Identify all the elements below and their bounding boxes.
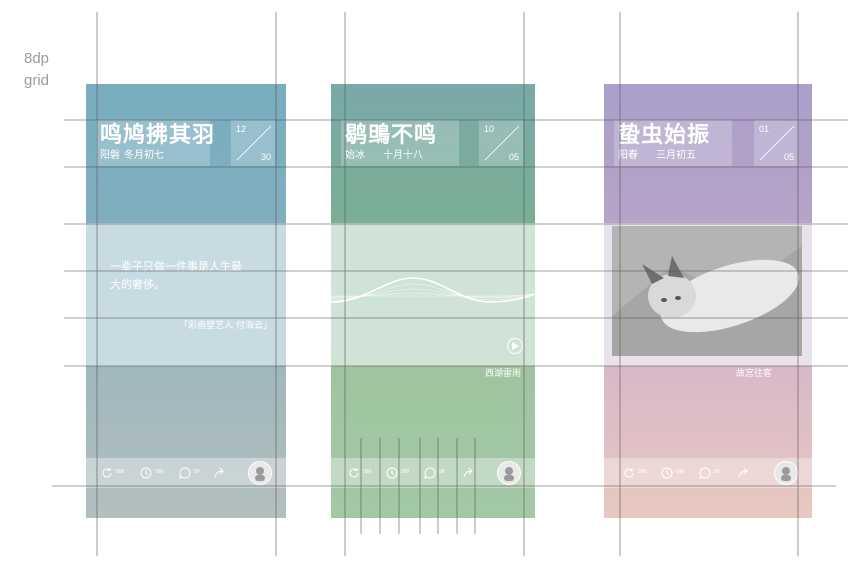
screen-mockup-1: 鸣鸠拂其羽 阳磐 冬月初七 12 30 一辈子只做一件事是人生最大的奢侈。 「彩画…	[86, 84, 286, 518]
avatar-icon	[255, 467, 265, 481]
solar-term: 阳春	[618, 150, 638, 161]
grid-label: 8dp grid	[24, 48, 49, 92]
quote-text: 一辈子只做一件事是人生最大的奢侈。	[110, 260, 242, 291]
solar-term: 阳磐	[100, 150, 120, 161]
avatar-icon	[781, 467, 791, 481]
history-count: 999	[676, 469, 685, 475]
date-month: 10	[484, 124, 495, 134]
comment-icon	[424, 467, 436, 479]
comment-icon	[699, 467, 711, 479]
history-count: 999	[155, 469, 164, 475]
refresh-icon	[624, 468, 634, 478]
quote-author: 「彩画塑艺人 付海云」	[179, 321, 272, 331]
photo-caption: 故宫往客	[736, 369, 773, 379]
title-box: 蛰虫始振 阳春 三月初五	[614, 120, 732, 166]
lower-area	[331, 366, 535, 518]
solar-term: 始冰	[345, 150, 365, 161]
date-day: 05	[508, 152, 519, 162]
clock-icon	[661, 467, 673, 479]
refresh-count: 999	[638, 469, 647, 475]
lower-area	[604, 366, 812, 518]
audio-wave-graphic	[331, 277, 535, 303]
date-box: 01 05	[754, 120, 798, 166]
share-icon	[463, 467, 473, 478]
grid-label-line2: grid	[24, 72, 50, 89]
history-count: 999	[401, 469, 410, 475]
screen-mockup-3: 蛰虫始振 阳春 三月初五 01 05 故宫往客 999 999 99	[604, 84, 812, 518]
page-title: 鸣鸠拂其羽	[100, 122, 216, 148]
body-area	[86, 223, 286, 366]
subtitle: 始冰 十月十八	[345, 150, 423, 162]
date-box: 12 30	[231, 120, 275, 166]
share-icon	[214, 467, 224, 478]
lower-area	[86, 366, 286, 518]
play-button[interactable]	[507, 338, 523, 354]
cat-photo-illustration	[612, 226, 802, 356]
avatar[interactable]	[774, 461, 798, 485]
subtitle: 阳春 三月初五	[618, 150, 696, 162]
page-title: 蛰虫始振	[618, 122, 711, 148]
subtitle: 阳磐 冬月初七	[100, 150, 164, 162]
clock-icon	[386, 467, 398, 479]
action-toolbar: 999 999 99	[86, 458, 286, 488]
lunar-date: 冬月初七	[124, 150, 164, 161]
share-icon	[738, 467, 748, 478]
comment-count: 99	[714, 469, 720, 475]
cat-photo	[612, 226, 802, 356]
avatar-icon	[504, 467, 514, 481]
avatar[interactable]	[248, 461, 272, 485]
date-day: 30	[260, 152, 271, 162]
play-icon	[512, 342, 519, 350]
action-toolbar: 999 999 99	[604, 458, 812, 488]
comment-count: 99	[194, 469, 200, 475]
refresh-count: 999	[116, 469, 125, 475]
comment-count: 99	[439, 469, 445, 475]
page-title: 鹖鴠不鸣	[345, 122, 438, 148]
date-month: 12	[236, 124, 247, 134]
lunar-date: 十月十八	[383, 150, 423, 161]
refresh-count: 999	[363, 469, 372, 475]
date-box: 10 05	[479, 120, 523, 166]
date-month: 01	[759, 124, 770, 134]
refresh-icon	[349, 468, 359, 478]
title-box: 鸣鸠拂其羽 阳磐 冬月初七	[96, 120, 214, 166]
grid-label-line1: 8dp	[24, 50, 50, 67]
avatar[interactable]	[497, 461, 521, 485]
refresh-icon	[102, 468, 112, 478]
clock-icon	[140, 467, 152, 479]
comment-icon	[179, 467, 191, 479]
date-day: 05	[783, 152, 794, 162]
media-caption: 西湖雷雨	[485, 369, 522, 379]
lunar-date: 三月初五	[656, 150, 696, 161]
screen-mockup-2: 鹖鴠不鸣 始冰 十月十八 10 05 西湖雷雨 999 999 99	[331, 84, 535, 518]
action-toolbar: 999 999 99	[331, 458, 535, 488]
title-box: 鹖鴠不鸣 始冰 十月十八	[341, 120, 459, 166]
